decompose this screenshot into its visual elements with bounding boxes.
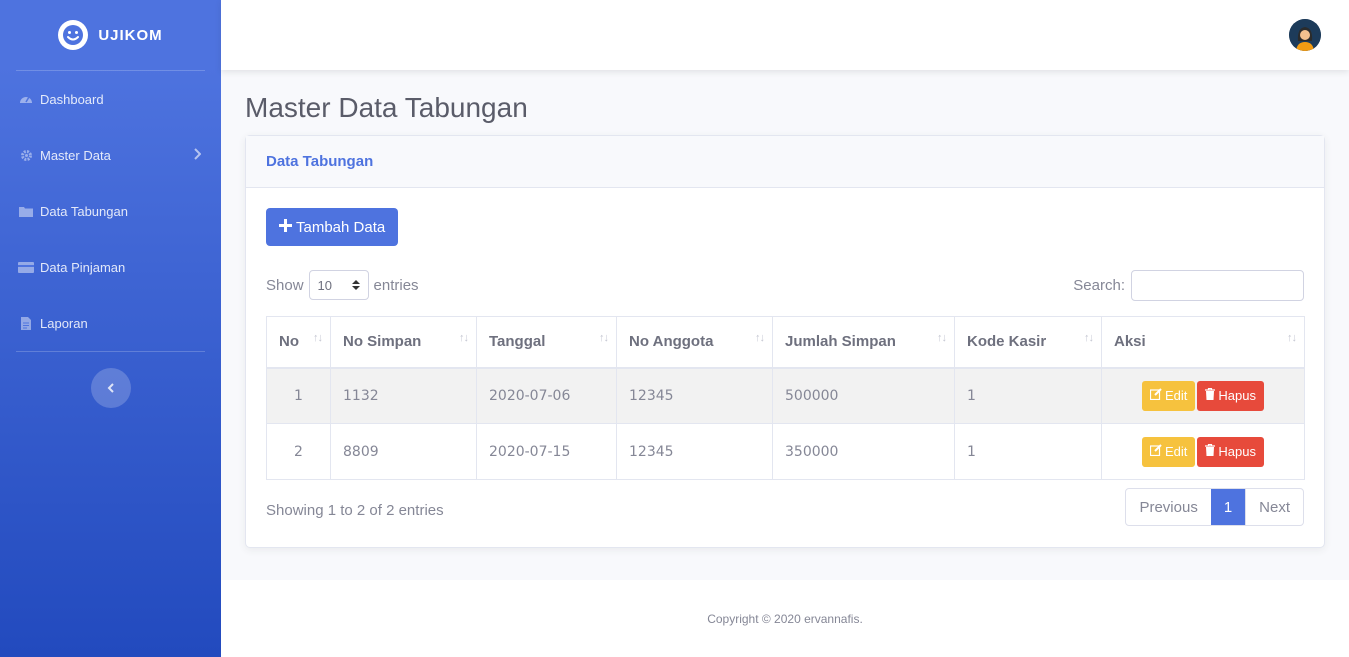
column-header-no-anggota[interactable]: No Anggota ↑↓ [616,316,773,369]
sidebar-item-label: Data Pinjaman [40,259,126,275]
sort-icon: ↑↓ [1084,332,1094,344]
search-input[interactable] [1131,270,1304,301]
sidebar-item-laporan[interactable]: Laporan [0,295,221,351]
cog-icon [18,149,34,162]
cell-no: 1 [266,367,331,424]
sidebar-item-label: Master Data [40,147,111,163]
cell-aksi: Edit Hapus [1101,367,1305,424]
entries-select[interactable]: 10 [308,270,369,300]
cell-tanggal: 2020-07-06 [476,367,617,424]
sidebar: UJIKOM Dashboard Master Data Data Tabung… [0,0,221,657]
plus-icon [279,218,292,236]
user-avatar[interactable] [1289,19,1321,51]
pagination-page-1[interactable]: 1 [1210,489,1246,525]
cell-tanggal: 2020-07-15 [476,423,617,480]
footer: Copyright © 2020 ervannafis. [221,580,1349,657]
column-header-kode-kasir[interactable]: Kode Kasir ↑↓ [954,316,1102,369]
delete-button[interactable]: Hapus [1197,380,1264,411]
pagination-next[interactable]: Next [1245,489,1303,525]
entries-length: Show 10 entries [266,270,419,300]
sort-icon: ↑↓ [937,332,947,344]
pagination: Previous 1 Next [1125,488,1304,526]
delete-button[interactable]: Hapus [1197,436,1264,467]
sidebar-item-label: Data Tabungan [40,203,128,219]
add-data-label: Tambah Data [296,218,386,236]
sort-icon: ↑↓ [599,332,609,344]
brand-name: UJIKOM [98,26,163,44]
edit-button[interactable]: Edit [1142,436,1196,467]
smile-icon [58,20,89,50]
folder-icon [18,205,34,218]
sidebar-item-data-pinjaman[interactable]: Data Pinjaman [0,239,221,295]
entries-label: entries [373,276,419,294]
card-header: Data Tabungan [246,136,1324,188]
sort-icon: ↑↓ [1287,332,1297,344]
copyright-text: Copyright © 2020 ervannafis. [707,611,863,626]
chevron-right-icon [193,147,202,163]
trash-icon [1205,443,1216,459]
search-label: Search: [1073,277,1125,294]
cell-jumlah-simpan: 500000 [772,367,955,424]
sidebar-toggle-button[interactable] [90,368,131,408]
sidebar-item-data-tabungan[interactable]: Data Tabungan [0,183,221,239]
cell-jumlah-simpan: 350000 [772,423,955,480]
cell-no-anggota: 12345 [616,367,773,424]
table-header-row: No ↑↓ No Simpan ↑↓ Tanggal ↑↓ No Anggota ↑↓ … [266,316,1305,369]
cell-kode-kasir: 1 [954,423,1102,480]
column-header-no-simpan[interactable]: No Simpan ↑↓ [330,316,477,369]
sidebar-item-label: Dashboard [40,91,104,107]
edit-icon [1149,388,1162,403]
cell-kode-kasir: 1 [954,367,1102,424]
credit-card-icon [18,261,34,274]
sidebar-divider [16,351,205,352]
topbar [221,0,1349,70]
cell-no: 2 [266,423,331,480]
sort-icon: ↑↓ [459,332,469,344]
table-row: 1 1132 2020-07-06 12345 500000 1 Edit Ha… [266,367,1305,424]
search-filter: Search: [1073,270,1304,301]
column-header-jumlah-simpan[interactable]: Jumlah Simpan ↑↓ [772,316,955,369]
sort-icon: ↑↓ [313,332,323,344]
sidebar-item-master-data[interactable]: Master Data [0,127,221,183]
sidebar-item-label: Laporan [40,315,88,331]
sort-updown-icon [351,278,360,293]
cell-aksi: Edit Hapus [1101,423,1305,480]
edit-button[interactable]: Edit [1142,380,1196,411]
entries-select-value: 10 [317,277,332,293]
tachometer-icon [18,93,34,106]
table-row: 2 8809 2020-07-15 12345 350000 1 Edit Ha… [266,423,1305,480]
pagination-previous[interactable]: Previous [1126,489,1210,525]
edit-icon [1149,444,1162,459]
column-header-aksi[interactable]: Aksi ↑↓ [1101,316,1305,369]
brand[interactable]: UJIKOM [0,0,221,70]
show-label: Show [266,276,304,294]
table-info: Showing 1 to 2 of 2 entries [266,502,444,519]
trash-icon [1205,388,1216,403]
column-header-no[interactable]: No ↑↓ [266,316,331,369]
cell-no-anggota: 12345 [616,423,773,480]
file-icon [18,316,34,330]
page-title: Master Data Tabungan [245,92,528,123]
cell-no-simpan: 1132 [330,367,477,424]
tabungan-table: No ↑↓ No Simpan ↑↓ Tanggal ↑↓ No Anggota ↑↓ … [266,316,1305,480]
add-data-button[interactable]: Tambah Data [266,208,399,246]
chevron-left-icon [107,380,115,396]
sidebar-item-dashboard[interactable]: Dashboard [0,71,221,127]
data-card: Data Tabungan Tambah Data Show 10 entrie… [245,135,1325,548]
sort-icon: ↑↓ [755,332,765,344]
cell-no-simpan: 8809 [330,423,477,480]
column-header-tanggal[interactable]: Tanggal ↑↓ [476,316,617,369]
